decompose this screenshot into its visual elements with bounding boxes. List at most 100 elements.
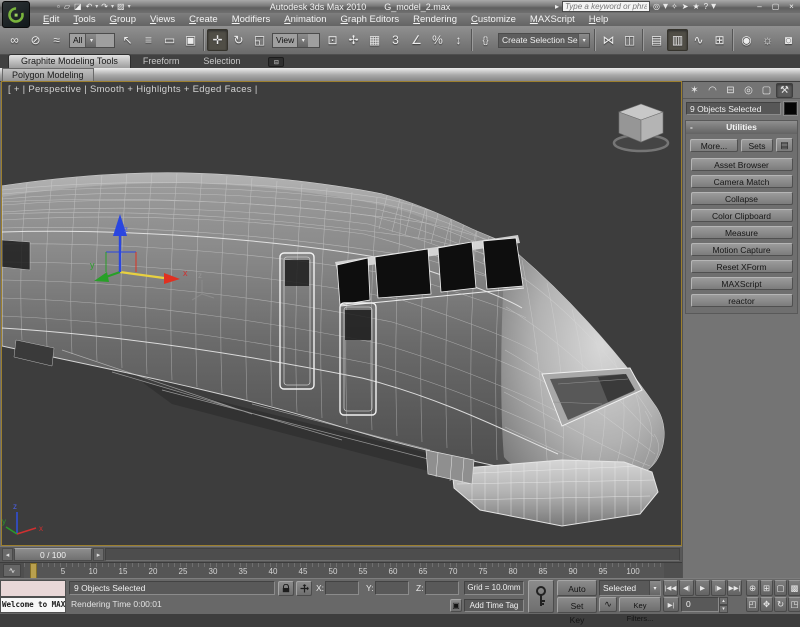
subscription-key-icon[interactable]: ✧: [670, 2, 679, 11]
auto-key-button[interactable]: Auto Key: [557, 580, 597, 596]
previous-frame-icon[interactable]: ◀|: [679, 580, 694, 596]
reset-xform-button[interactable]: Reset XForm: [691, 260, 793, 273]
hierarchy-tab-icon[interactable]: ⊟: [722, 83, 739, 98]
time-tag-icon[interactable]: ▣: [450, 599, 462, 612]
go-to-start-icon[interactable]: |◀◀: [663, 580, 678, 596]
next-frame-icon[interactable]: |▶: [711, 580, 726, 596]
select-and-scale-icon[interactable]: ◱: [249, 29, 270, 51]
go-to-end-icon[interactable]: ▶▶|: [727, 580, 742, 596]
select-object-icon[interactable]: ↖: [117, 29, 138, 51]
next-frame-arrow-icon[interactable]: ▸: [93, 548, 104, 561]
select-and-rotate-icon[interactable]: ↻: [228, 29, 249, 51]
z-coord-field[interactable]: [425, 581, 459, 595]
utilities-tab-icon[interactable]: ⚒: [776, 83, 793, 98]
layer-manager-icon[interactable]: ▤: [646, 29, 667, 51]
play-animation-icon[interactable]: ▶: [695, 580, 710, 596]
save-file-icon[interactable]: ◪: [73, 1, 83, 12]
set-key-button[interactable]: Set Key: [557, 597, 597, 613]
project-folder-icon[interactable]: ▨: [116, 1, 126, 12]
display-tab-icon[interactable]: ▢: [758, 83, 775, 98]
object-color-swatch[interactable]: [784, 102, 797, 115]
dropdown-caret-icon[interactable]: ▾: [649, 581, 660, 595]
trackbar-ruler[interactable]: 0510152025303540455055606570758085909510…: [24, 563, 664, 579]
help-caret-icon[interactable]: ▾: [711, 1, 716, 12]
color-clipboard-button[interactable]: Color Clipboard: [691, 209, 793, 222]
time-slider-handle[interactable]: 0 / 100: [14, 548, 92, 561]
redo-caret-icon[interactable]: ▾: [111, 3, 114, 10]
add-time-tag[interactable]: Add Time Tag: [464, 599, 524, 612]
spinner-up-icon[interactable]: ▴: [719, 597, 728, 605]
render-setup-icon[interactable]: ☼: [757, 29, 778, 51]
measure-button[interactable]: Measure: [691, 226, 793, 239]
camera-match-button[interactable]: Camera Match: [691, 175, 793, 188]
configure-button-sets-icon[interactable]: ▤: [776, 138, 793, 152]
viewport-canvas[interactable]: x y z z z x y: [2, 82, 681, 545]
zoom-extents-all-icon[interactable]: ▩: [788, 580, 800, 596]
redo-icon[interactable]: ↷: [100, 1, 109, 12]
unlink-selection-icon[interactable]: ⊘: [25, 29, 46, 51]
pan-view-icon[interactable]: ✥: [760, 597, 773, 612]
selection-lock-icon[interactable]: [278, 581, 294, 596]
menu-rendering[interactable]: Rendering: [406, 13, 464, 26]
menu-animation[interactable]: Animation: [277, 13, 333, 26]
frame-spinner[interactable]: ▴ ▾: [719, 597, 728, 612]
menu-edit[interactable]: Edit: [36, 13, 66, 26]
polygon-modeling-panel-tab[interactable]: Polygon Modeling: [2, 68, 94, 81]
select-and-link-icon[interactable]: ∞: [4, 29, 25, 51]
material-editor-icon[interactable]: ◉: [736, 29, 757, 51]
tab-graphite-modeling-tools[interactable]: Graphite Modeling Tools: [8, 54, 131, 68]
utilities-rollout-header[interactable]: -Utilities: [686, 121, 797, 134]
menu-graph-editors[interactable]: Graph Editors: [334, 13, 407, 26]
bind-to-space-warp-icon[interactable]: ≈: [46, 29, 67, 51]
selset-caret-icon[interactable]: ▾: [578, 34, 589, 47]
key-filter-dropdown[interactable]: Selected▾: [599, 580, 661, 596]
zoom-extents-icon[interactable]: ▢: [774, 580, 787, 596]
macro-recorder-pane[interactable]: [0, 580, 66, 597]
zoom-all-icon[interactable]: ⊞: [760, 580, 773, 596]
toggle-set-key-mode-button[interactable]: [528, 580, 554, 613]
window-crossing-icon[interactable]: ▣: [180, 29, 201, 51]
absolute-offset-mode-icon[interactable]: [296, 581, 312, 596]
key-mode-toggle-icon[interactable]: ▶|: [663, 597, 679, 612]
rectangular-selection-region-icon[interactable]: ▭: [159, 29, 180, 51]
select-and-move-icon[interactable]: ✛: [207, 29, 228, 51]
current-frame-field[interactable]: 0: [681, 597, 719, 612]
edit-named-selection-sets-icon[interactable]: {}: [475, 29, 496, 51]
sets-button[interactable]: Sets: [741, 139, 773, 152]
use-pivot-point-icon[interactable]: ⊡: [322, 29, 343, 51]
time-slider-track[interactable]: [105, 548, 680, 561]
motion-tab-icon[interactable]: ◎: [740, 83, 757, 98]
mirror-icon[interactable]: ⋈: [598, 29, 619, 51]
curve-editor-icon[interactable]: ∿: [688, 29, 709, 51]
angle-snap-icon[interactable]: ∠: [406, 29, 427, 51]
modify-tab-icon[interactable]: ◠: [704, 83, 721, 98]
minimize-button[interactable]: –: [753, 2, 766, 11]
maxscript-button[interactable]: MAXScript: [691, 277, 793, 290]
schematic-view-icon[interactable]: ⊞: [709, 29, 730, 51]
x-coord-field[interactable]: [325, 581, 359, 595]
favorites-star-icon[interactable]: ★: [691, 2, 700, 11]
collapse-button[interactable]: Collapse: [691, 192, 793, 205]
menu-maxscript[interactable]: MAXScript: [523, 13, 582, 26]
graphite-ribbon-toggle-icon[interactable]: ▥: [667, 29, 688, 51]
communication-center-icon[interactable]: ➤: [681, 2, 690, 11]
menu-customize[interactable]: Customize: [464, 13, 523, 26]
key-filters-button[interactable]: Key Filters...: [619, 597, 661, 612]
reactor-button[interactable]: reactor: [691, 294, 793, 307]
spinner-down-icon[interactable]: ▾: [719, 605, 728, 613]
open-file-icon[interactable]: ▱: [63, 1, 71, 12]
asset-browser-button[interactable]: Asset Browser: [691, 158, 793, 171]
coord-caret-icon[interactable]: ▾: [297, 34, 308, 47]
menu-group[interactable]: Group: [103, 13, 143, 26]
project-caret-icon[interactable]: ▾: [128, 3, 131, 10]
close-button[interactable]: ×: [785, 2, 798, 11]
ribbon-minimize-icon[interactable]: ⊟: [268, 57, 284, 67]
zoom-region-icon[interactable]: ◰: [746, 597, 759, 612]
menu-create[interactable]: Create: [182, 13, 225, 26]
viewport-label[interactable]: [ + | Perspective | Smooth + Highlights …: [8, 84, 258, 95]
undo-icon[interactable]: ↶: [85, 1, 94, 12]
selection-name-field[interactable]: 9 Objects Selected: [686, 102, 781, 115]
select-and-manipulate-icon[interactable]: ✢: [343, 29, 364, 51]
reference-coordinate-dropdown[interactable]: View▾: [272, 33, 320, 48]
track-bar[interactable]: ∿ 05101520253035404550556065707580859095…: [0, 562, 682, 578]
